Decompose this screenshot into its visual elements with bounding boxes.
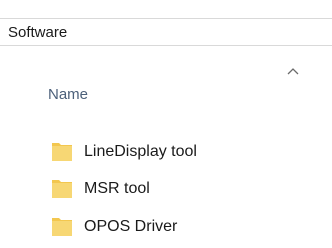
list-item[interactable]: LineDisplay tool xyxy=(50,140,197,164)
list-item[interactable]: MSR tool xyxy=(50,177,150,201)
file-label: OPOS Driver xyxy=(84,218,178,235)
address-bar[interactable]: Software xyxy=(0,18,332,46)
address-path: Software xyxy=(8,24,68,41)
list-item[interactable]: OPOS Driver xyxy=(50,215,177,239)
file-label: MSR tool xyxy=(84,180,150,197)
file-explorer-view: Software Name LineDisplay tool MSR tool xyxy=(0,0,332,248)
file-label: LineDisplay tool xyxy=(84,143,197,160)
column-header-name[interactable]: Name xyxy=(48,86,88,104)
folder-icon xyxy=(52,180,72,198)
chevron-up-icon[interactable] xyxy=(286,66,300,76)
folder-icon xyxy=(52,143,72,161)
folder-icon xyxy=(52,218,72,236)
